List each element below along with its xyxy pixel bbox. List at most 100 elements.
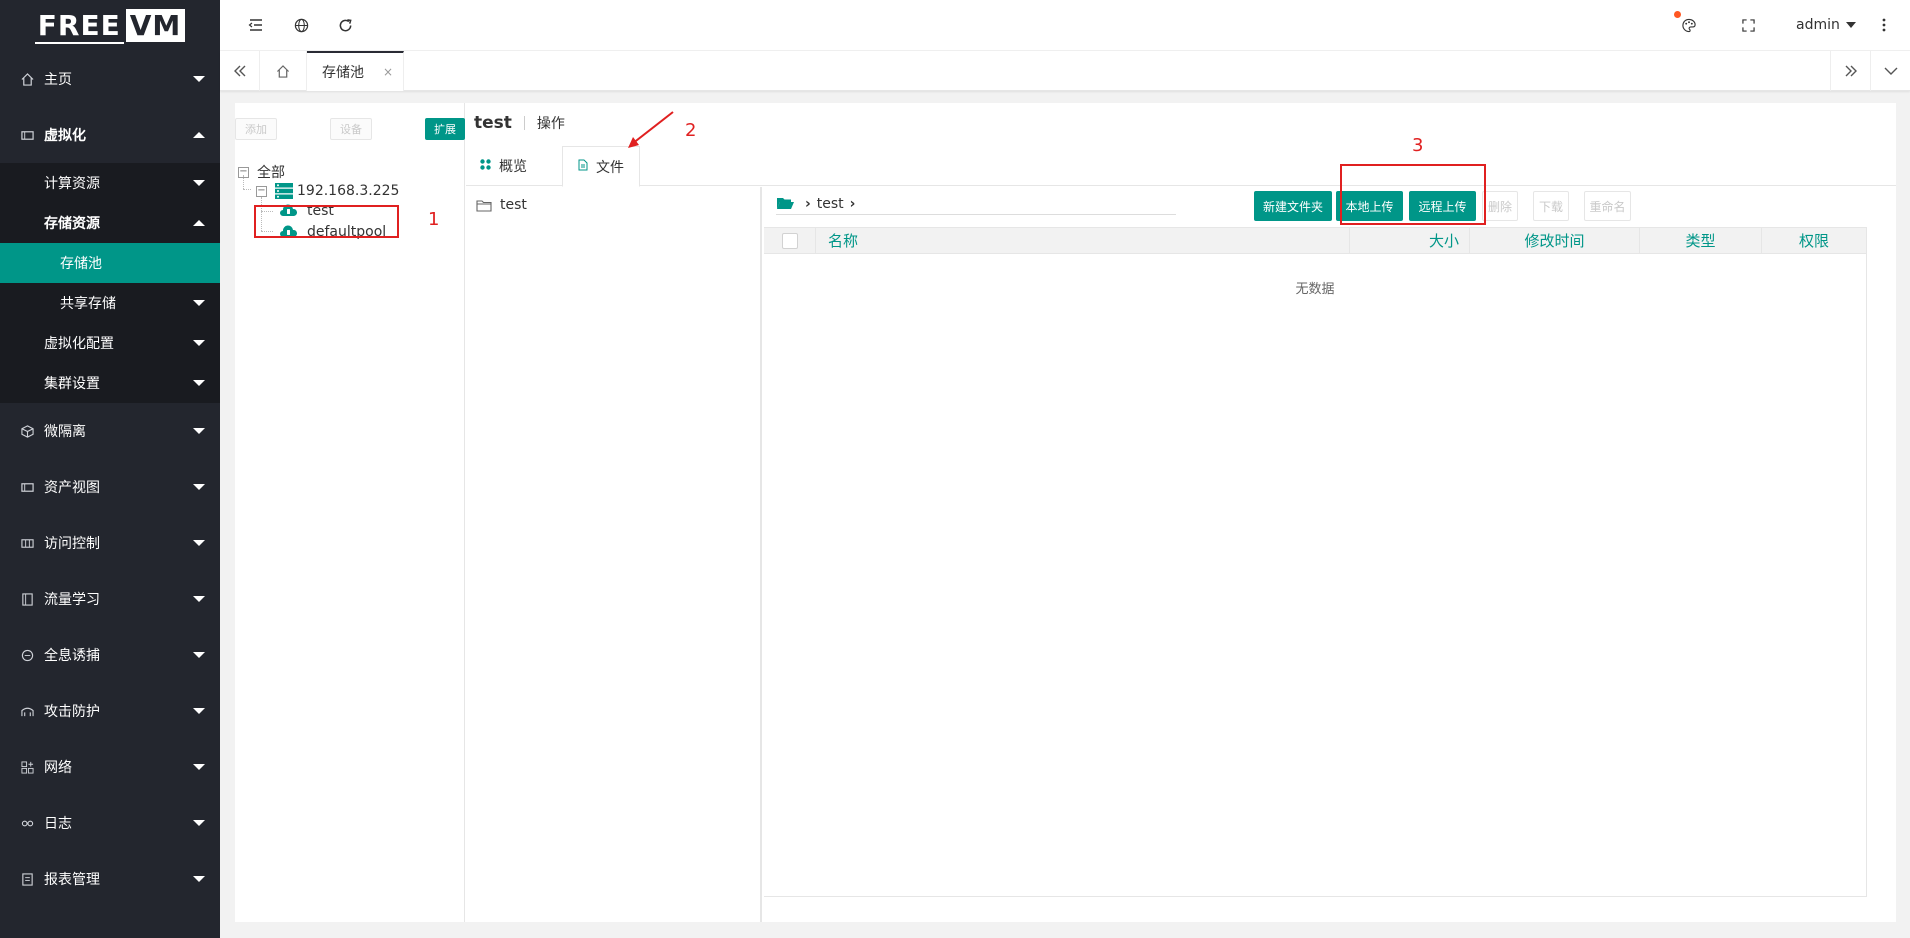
- tree-connector: [243, 175, 244, 189]
- folder-label: test: [500, 197, 527, 213]
- user-menu[interactable]: admin: [1796, 17, 1856, 33]
- virtualization-submenu: 计算资源 存储资源 存储池 共享存储 虚拟化配置 集群设置: [0, 163, 220, 403]
- chevron-down-icon: [193, 300, 205, 306]
- sidebar-item-label: 报表管理: [44, 872, 100, 888]
- menu-collapse-icon[interactable]: [245, 14, 267, 36]
- page-tabs-bar: 存储池 ×: [220, 51, 1910, 91]
- sidebar-item-label: 计算资源: [44, 176, 100, 192]
- logo-text-free: FREE: [34, 9, 124, 44]
- sidebar-item-storage[interactable]: 存储资源: [0, 203, 220, 243]
- target-icon: [20, 648, 34, 662]
- tab-overview[interactable]: 概览: [480, 146, 527, 186]
- breadcrumb: › test ›: [776, 193, 1176, 215]
- username: admin: [1796, 17, 1840, 33]
- column-name[interactable]: 名称: [816, 227, 1350, 254]
- column-permissions[interactable]: 权限: [1762, 228, 1866, 254]
- sidebar-item-logs[interactable]: 日志: [0, 795, 220, 851]
- breadcrumb-separator: ›: [805, 195, 811, 212]
- column-size[interactable]: 大小: [1350, 227, 1470, 254]
- sidebar-item-traffic-learning[interactable]: 流量学习: [0, 571, 220, 627]
- sidebar-item-micro-isolation[interactable]: 微隔离: [0, 403, 220, 459]
- more-vertical-icon[interactable]: [1873, 14, 1895, 36]
- sidebar-item-label: 微隔离: [44, 424, 86, 440]
- sidebar-item-virtualization[interactable]: 虚拟化: [0, 107, 220, 163]
- add-button[interactable]: 添加: [235, 118, 277, 140]
- tree-node-label: 全部: [257, 165, 285, 181]
- logo-text-vm: VM: [125, 9, 186, 42]
- refresh-icon[interactable]: [334, 14, 356, 36]
- main-card: 添加 设备 扩展 − 全部 − 192.168.3.225 test defau…: [235, 103, 1896, 922]
- breadcrumb-item[interactable]: test: [817, 196, 844, 212]
- network-icon: [20, 760, 34, 774]
- divider: [523, 116, 525, 130]
- chevron-up-icon: [193, 132, 205, 138]
- tab-storage-pool[interactable]: 存储池 ×: [307, 51, 404, 91]
- tabs-scroll-left-icon[interactable]: [220, 51, 260, 91]
- tabs-dropdown-icon[interactable]: [1870, 51, 1910, 91]
- sidebar-item-attack-protection[interactable]: 攻击防护: [0, 683, 220, 739]
- host-server-icon: [275, 183, 293, 199]
- rename-button[interactable]: 重命名: [1584, 191, 1631, 221]
- shield-icon: [20, 704, 34, 718]
- sidebar-item-label: 虚拟化配置: [44, 336, 114, 352]
- operations-link[interactable]: 操作: [537, 113, 565, 133]
- report-icon: [20, 872, 34, 886]
- annotation-number-2: 2: [685, 120, 697, 141]
- chevron-down-icon: [1845, 22, 1856, 28]
- file-browser: › test › 新建文件夹 本地上传 远程上传 删除 下载 重命名 名称 大小…: [764, 187, 1896, 922]
- sidebar-item-asset-view[interactable]: 资产视图: [0, 459, 220, 515]
- sidebar-item-access-control[interactable]: 访问控制: [0, 515, 220, 571]
- sidebar-item-compute[interactable]: 计算资源: [0, 163, 220, 203]
- annotation-number-1: 1: [428, 209, 440, 230]
- column-type[interactable]: 类型: [1640, 227, 1762, 254]
- sidebar-item-honeypot[interactable]: 全息诱捕: [0, 627, 220, 683]
- sidebar-item-label: 全息诱捕: [44, 648, 100, 664]
- chevron-down-icon: [193, 340, 205, 346]
- empty-state: 无数据: [1295, 282, 1335, 297]
- select-all-checkbox[interactable]: [781, 232, 798, 249]
- sidebar-item-label: 资产视图: [44, 480, 100, 496]
- sidebar-item-storage-pool[interactable]: 存储池: [0, 243, 220, 283]
- content-title: test 操作: [474, 113, 565, 133]
- folder-item[interactable]: test: [476, 197, 527, 213]
- tabs-scroll-right-icon[interactable]: [1830, 51, 1870, 91]
- content-tabs: 概览 文件: [466, 146, 1896, 187]
- tree-node-root[interactable]: − 全部: [238, 162, 285, 182]
- chevron-down-icon: [193, 876, 205, 882]
- chevron-down-icon: [193, 428, 205, 434]
- tree-connector: [243, 189, 251, 190]
- sidebar-item-reports[interactable]: 报表管理: [0, 851, 220, 907]
- chevron-down-icon: [193, 596, 205, 602]
- chevron-down-icon: [193, 764, 205, 770]
- tab-label: 存储池: [322, 65, 364, 81]
- globe-icon[interactable]: [290, 14, 312, 36]
- grid-icon: [20, 536, 34, 550]
- chevron-down-icon: [193, 76, 205, 82]
- tree-node-host[interactable]: − 192.168.3.225: [256, 183, 399, 199]
- folder-open-icon[interactable]: [776, 196, 795, 211]
- collapse-toggle-icon[interactable]: −: [256, 185, 267, 197]
- breadcrumb-separator: ›: [849, 195, 856, 212]
- sidebar-item-shared-storage[interactable]: 共享存储: [0, 283, 220, 323]
- column-modified[interactable]: 修改时间: [1470, 227, 1640, 254]
- sidebar-item-virt-config[interactable]: 虚拟化配置: [0, 323, 220, 363]
- sidebar-item-cluster-settings[interactable]: 集群设置: [0, 363, 220, 403]
- expand-button[interactable]: 扩展: [425, 118, 465, 140]
- chevron-down-icon: [193, 820, 205, 826]
- sidebar-item-label: 虚拟化: [44, 128, 86, 144]
- new-folder-button[interactable]: 新建文件夹: [1254, 191, 1332, 221]
- theme-palette-icon[interactable]: [1674, 11, 1700, 36]
- sidebar-item-home[interactable]: 主页: [0, 51, 220, 107]
- home-tab-icon[interactable]: [260, 51, 307, 91]
- fullscreen-icon[interactable]: [1737, 14, 1759, 36]
- sidebar-menu: 主页 虚拟化 计算资源 存储资源 存储池 共享存储 虚拟化配置 集群设置 微隔离…: [0, 51, 220, 907]
- close-icon[interactable]: ×: [383, 65, 393, 79]
- sidebar-item-network[interactable]: 网络: [0, 739, 220, 795]
- download-button[interactable]: 下载: [1533, 191, 1569, 221]
- pool-name: test: [474, 113, 512, 133]
- top-header: admin: [220, 0, 1910, 51]
- device-button[interactable]: 设备: [330, 118, 372, 140]
- server-icon: [20, 128, 34, 142]
- delete-button[interactable]: 删除: [1482, 191, 1518, 221]
- chevron-down-icon: [193, 484, 205, 490]
